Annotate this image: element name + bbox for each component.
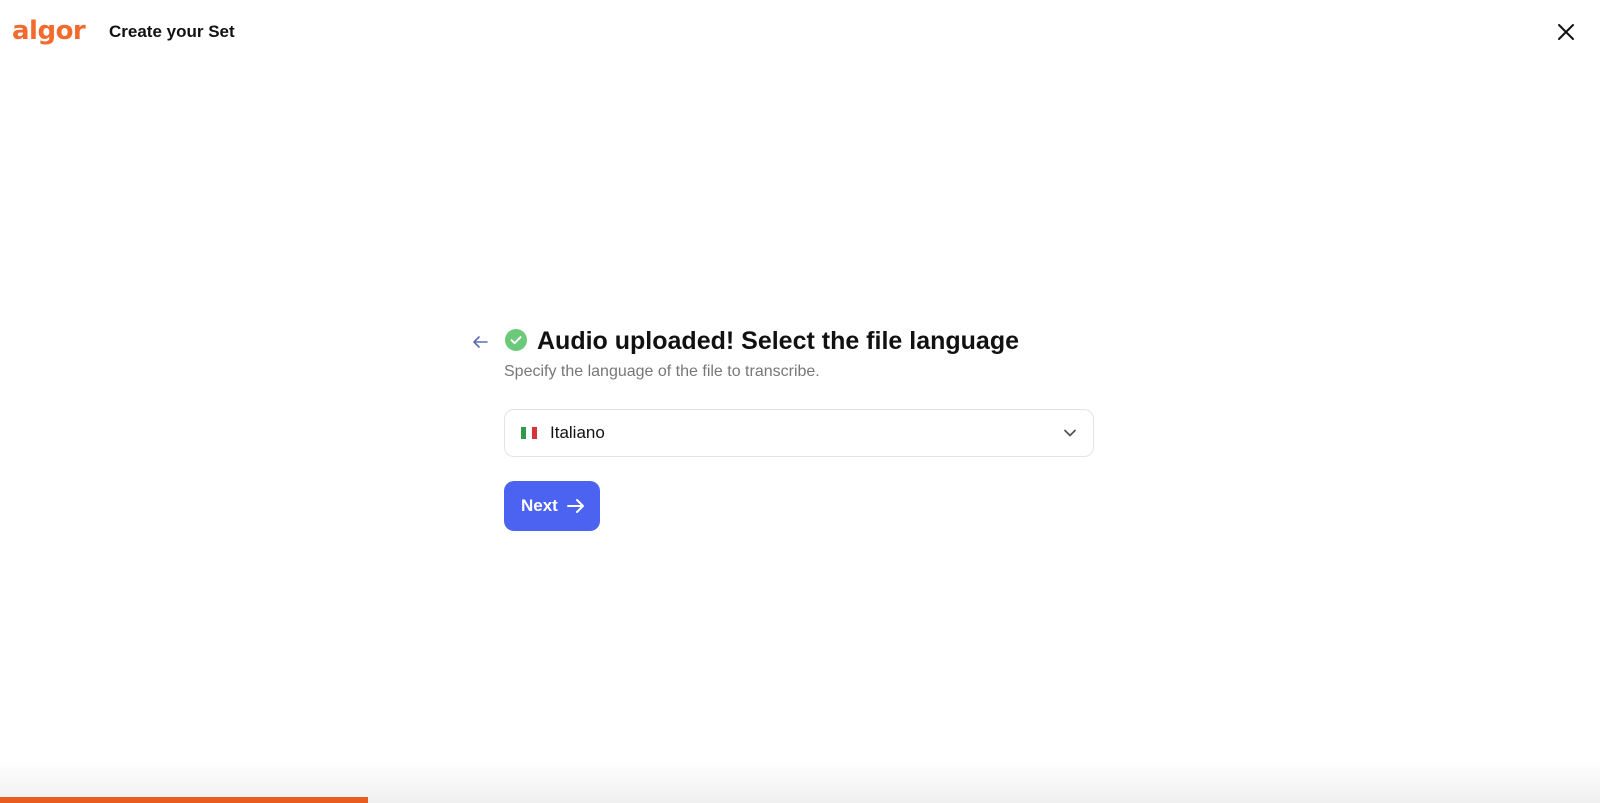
arrow-left-icon <box>473 336 488 348</box>
italy-flag-icon <box>521 427 537 439</box>
check-circle-icon <box>505 329 527 351</box>
arrow-right-icon <box>567 499 584 513</box>
step-heading: Audio uploaded! Select the file language <box>537 327 1019 355</box>
selected-language: Italiano <box>550 423 605 442</box>
progress-bar <box>0 797 1600 803</box>
close-icon <box>1558 24 1574 40</box>
algor-logo[interactable]: algor <box>12 14 86 48</box>
close-button[interactable] <box>1554 20 1578 44</box>
next-button-label: Next <box>521 496 558 515</box>
create-set-page: algor Create your Set Audio uploaded! Se… <box>0 0 1600 803</box>
language-select[interactable]: Italiano <box>504 409 1094 457</box>
step-subheading: Specify the language of the file to tran… <box>504 363 820 380</box>
page-title: Create your Set <box>109 22 235 41</box>
back-button[interactable] <box>470 332 490 352</box>
chevron-down-icon <box>1064 429 1076 437</box>
next-button[interactable]: Next <box>504 481 600 531</box>
header: algor Create your Set <box>0 0 1600 64</box>
progress-bar-fill <box>0 797 368 803</box>
